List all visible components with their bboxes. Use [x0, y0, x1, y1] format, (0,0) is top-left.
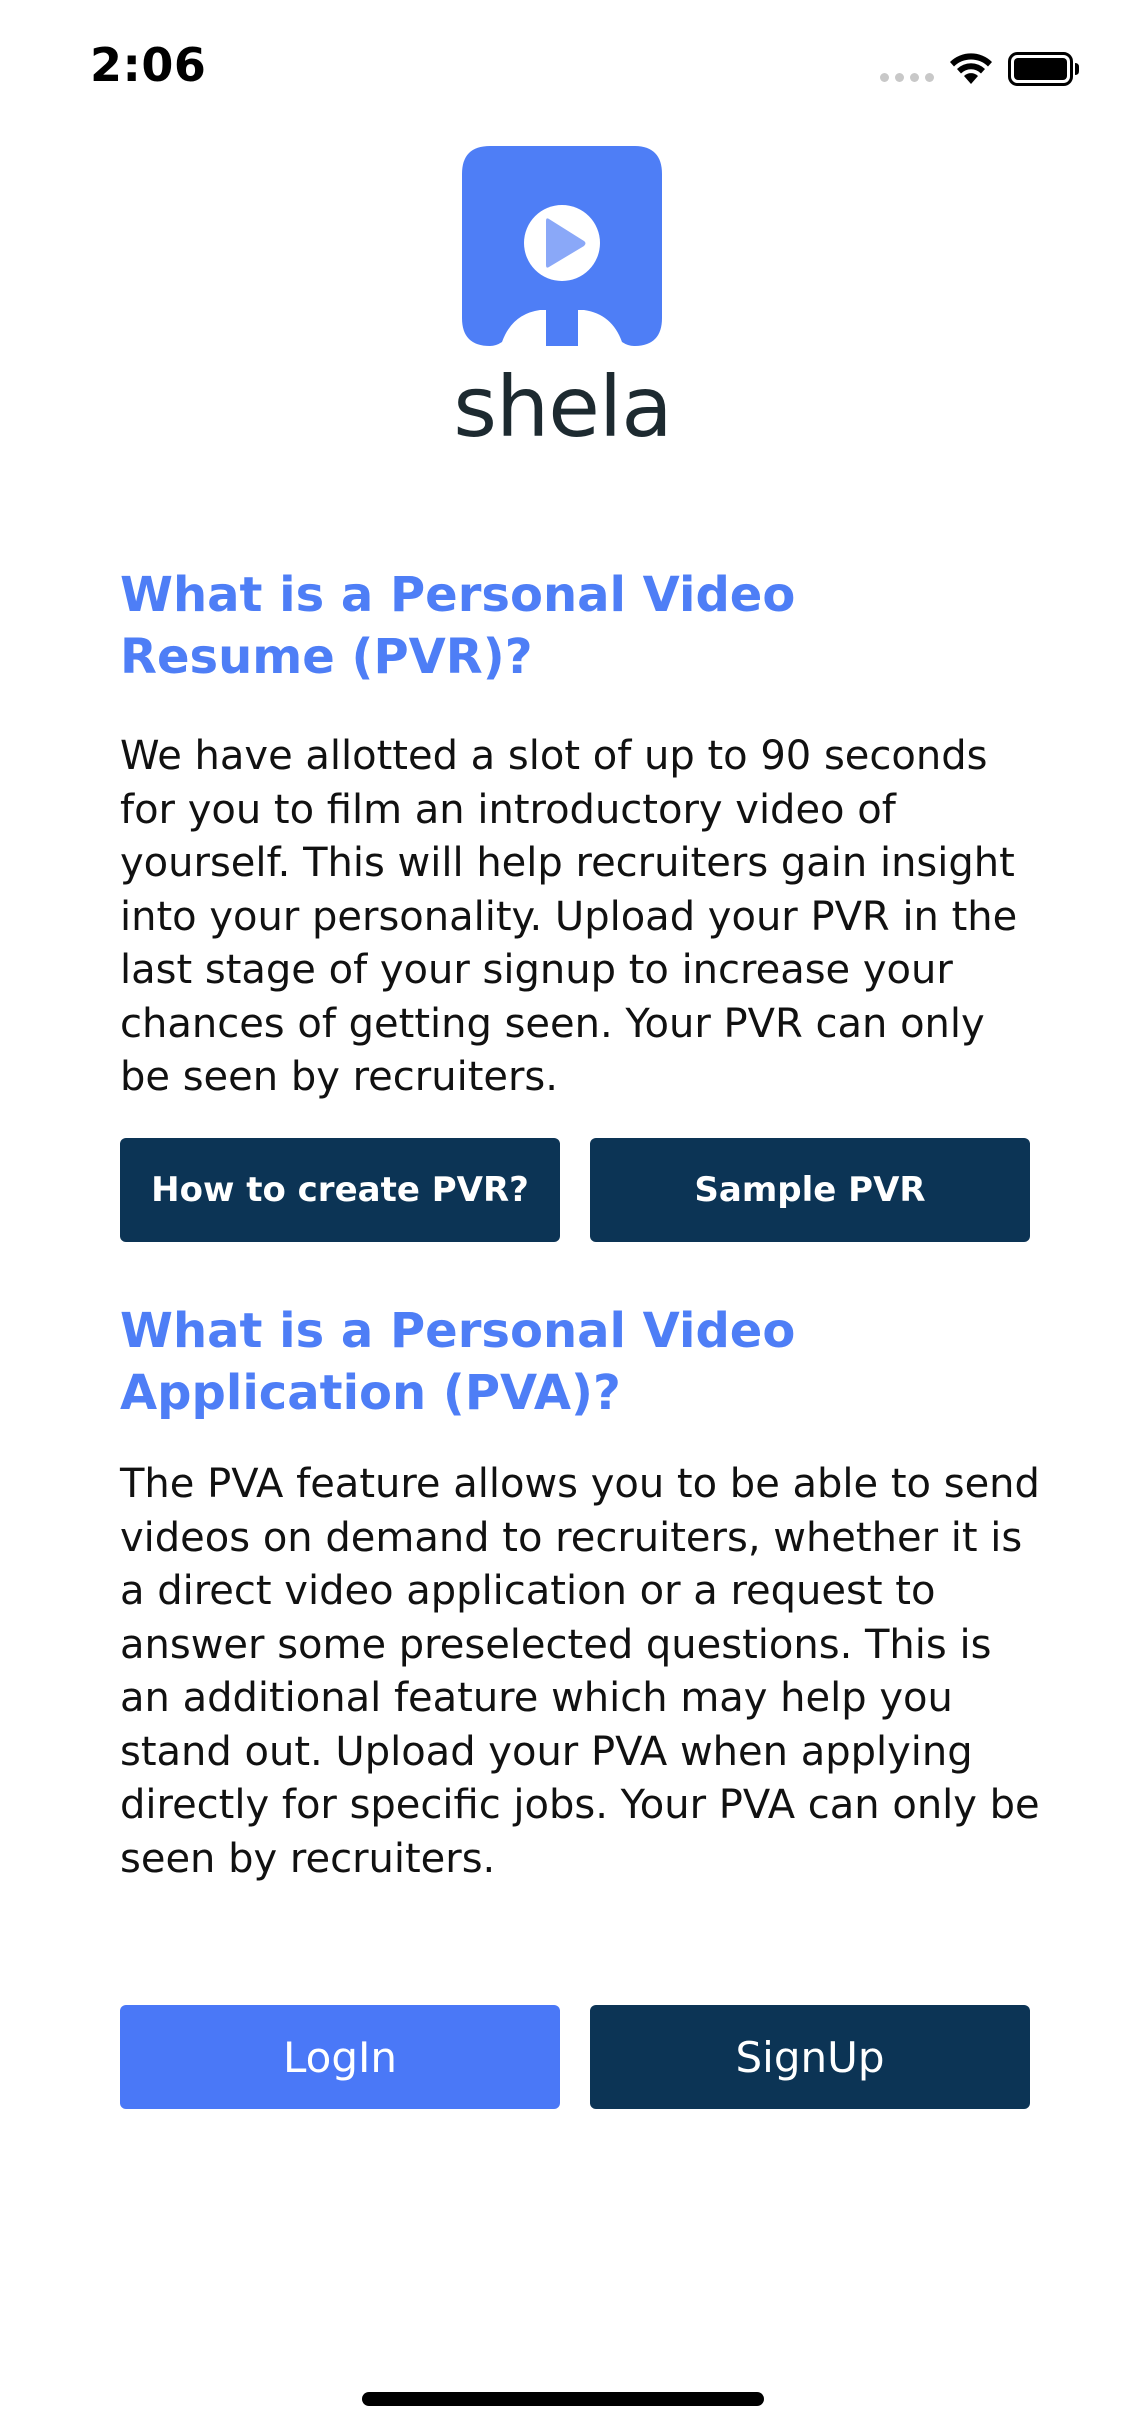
- signup-button[interactable]: SignUp: [590, 2005, 1030, 2109]
- pva-description: The PVA feature allows you to be able to…: [120, 1461, 1040, 1882]
- sample-pvr-button[interactable]: Sample PVR: [590, 1138, 1030, 1242]
- pvr-title: What is a Personal Video Resume (PVR)?: [120, 567, 796, 685]
- pva-title: What is a Personal Video Application (PV…: [120, 1303, 796, 1421]
- cellular-signal-icon: [880, 70, 936, 84]
- brand-name: shela: [453, 358, 673, 456]
- wifi-icon: [950, 53, 992, 84]
- home-indicator[interactable]: [362, 2392, 764, 2406]
- battery-icon: [1008, 52, 1079, 86]
- status-bar: 2:06: [0, 0, 1125, 132]
- status-time: 2:06: [90, 38, 207, 92]
- shela-logo-icon: [462, 146, 662, 346]
- pvr-description: We have allotted a slot of up to 90 seco…: [120, 733, 1018, 1100]
- how-to-create-pvr-button[interactable]: How to create PVR?: [120, 1138, 560, 1242]
- login-button[interactable]: LogIn: [120, 2005, 560, 2109]
